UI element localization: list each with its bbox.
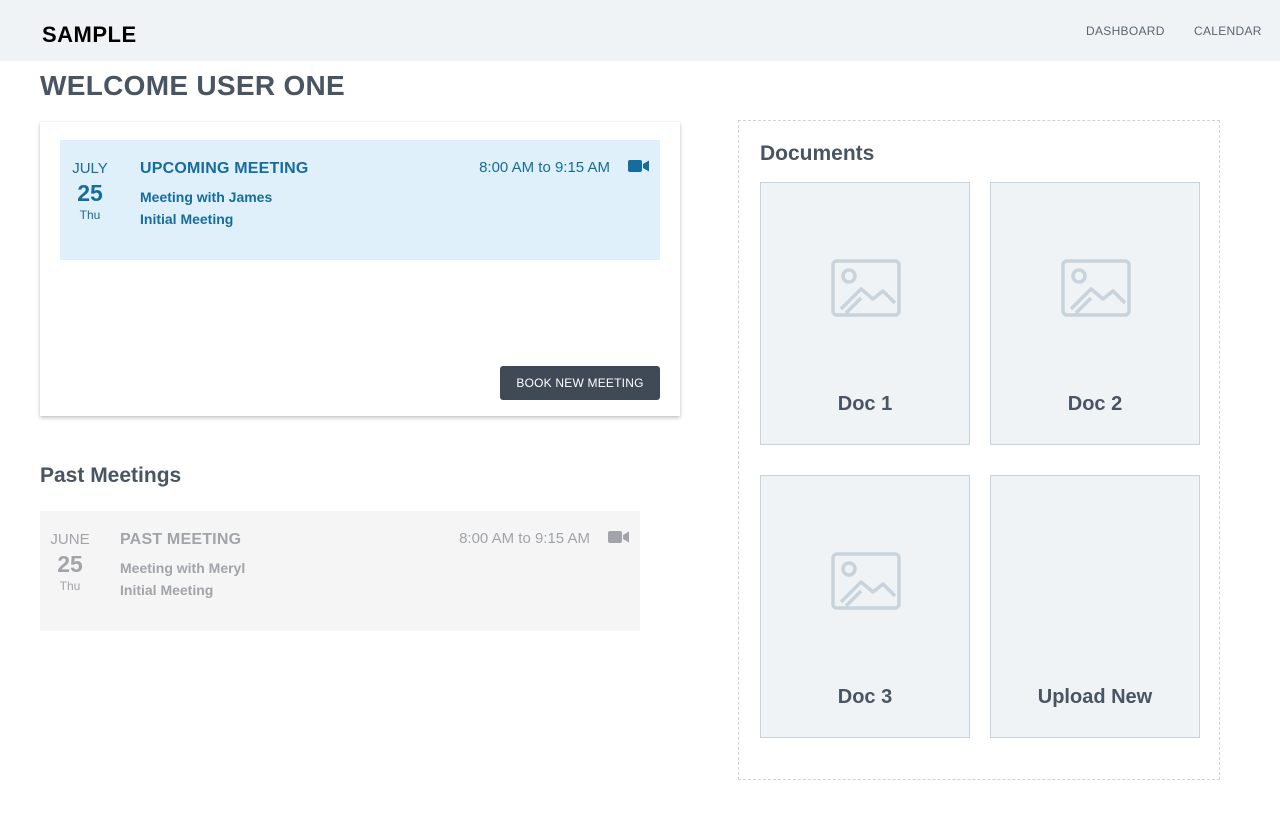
image-placeholder-icon	[831, 552, 901, 610]
logo: SAMPLE	[42, 22, 137, 47]
meeting-type: Initial Meeting	[120, 582, 214, 598]
past-meetings-title: Past Meetings	[40, 464, 182, 487]
top-header: SAMPLE DASHBOARD CALENDAR	[0, 0, 1280, 61]
video-camera-icon[interactable]	[628, 159, 650, 173]
meeting-date-day: 25	[57, 551, 83, 577]
upload-new-document-card[interactable]: Upload New	[990, 475, 1200, 738]
video-camera-icon[interactable]	[608, 530, 630, 544]
nav-calendar-link[interactable]: CALENDAR	[1194, 24, 1262, 38]
book-new-meeting-button[interactable]: BOOK NEW MEETING	[500, 366, 660, 400]
meeting-participant: Meeting with Meryl	[120, 560, 246, 576]
documents-panel: Documents Doc 1 Doc 2 Doc 3 Upload New	[738, 120, 1220, 780]
upcoming-meeting-card: JULY 25 Thu UPCOMING MEETING Meeting wit…	[40, 122, 680, 416]
image-placeholder-icon	[831, 259, 901, 317]
page-title: WELCOME USER ONE	[40, 70, 346, 101]
meeting-date-month: JULY	[72, 160, 108, 177]
document-label: Doc 1	[837, 393, 893, 415]
meeting-date-day: 25	[77, 180, 103, 206]
meeting-time: 8:00 AM to 9:15 AM	[459, 530, 590, 547]
document-label: Doc 3	[837, 686, 893, 708]
upcoming-meeting-item[interactable]: JULY 25 Thu UPCOMING MEETING Meeting wit…	[60, 140, 660, 260]
document-card-doc-3[interactable]: Doc 3	[760, 475, 970, 738]
upload-new-label: Upload New	[1037, 686, 1153, 708]
meeting-type: Initial Meeting	[140, 211, 234, 227]
meeting-date-weekday: Thu	[59, 579, 81, 593]
image-placeholder-icon	[1061, 259, 1131, 317]
past-meeting-item[interactable]: JUNE 25 Thu PAST MEETING Meeting with Me…	[40, 511, 640, 631]
meeting-time: 8:00 AM to 9:15 AM	[479, 159, 610, 176]
meeting-title: PAST MEETING	[120, 531, 242, 548]
documents-title: Documents	[760, 142, 875, 165]
document-card-doc-2[interactable]: Doc 2	[990, 182, 1200, 445]
meeting-date-month: JUNE	[50, 531, 90, 548]
meeting-participant: Meeting with James	[140, 189, 273, 205]
document-card-doc-1[interactable]: Doc 1	[760, 182, 970, 445]
nav-dashboard-link[interactable]: DASHBOARD	[1086, 24, 1165, 38]
meeting-date-weekday: Thu	[79, 208, 101, 222]
meeting-title: UPCOMING MEETING	[140, 160, 309, 177]
document-label: Doc 2	[1067, 393, 1123, 415]
